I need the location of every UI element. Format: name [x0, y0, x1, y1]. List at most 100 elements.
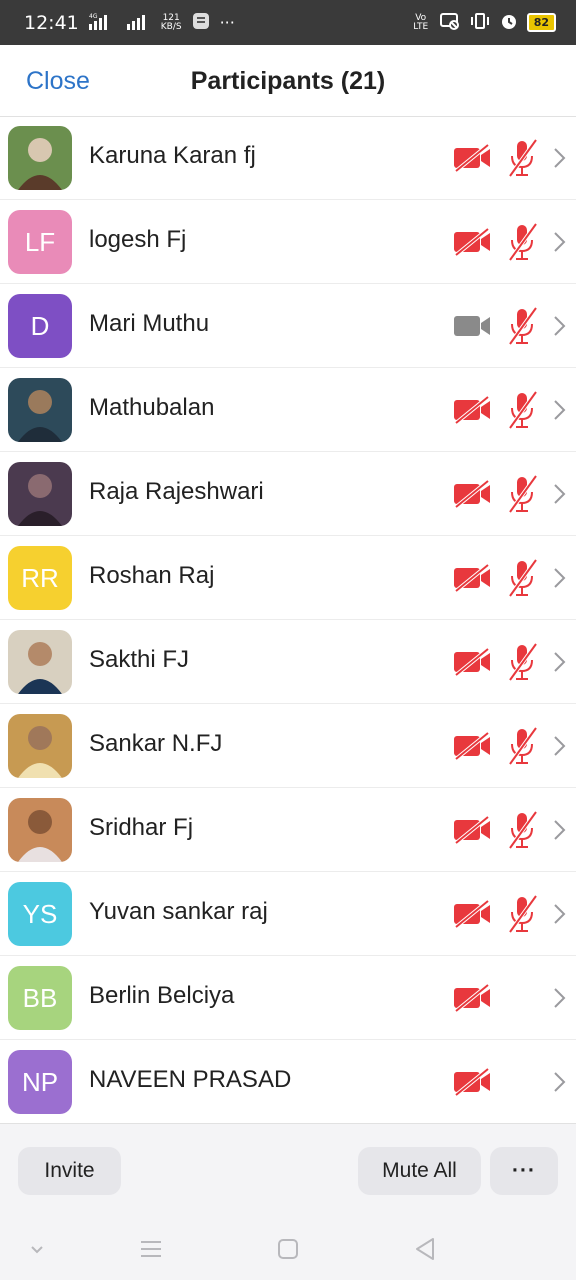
avatar: BB — [8, 966, 72, 1030]
chevron-right-icon[interactable] — [552, 396, 568, 424]
profile-photo-icon — [8, 714, 72, 778]
participant-name: Raja Rajeshwari — [89, 478, 264, 505]
participant-name: logesh Fj — [89, 226, 187, 253]
avatar-initials: YS — [22, 898, 58, 929]
avatar — [8, 798, 72, 862]
participant-name: Sankar N.FJ — [89, 730, 223, 757]
avatar: RR — [8, 546, 72, 610]
profile-photo-icon — [8, 798, 72, 862]
chevron-right-icon[interactable] — [552, 480, 568, 508]
network-speed: 121 KB/S — [160, 13, 182, 32]
microphone-slash-icon — [508, 390, 538, 430]
volte-icon: Vo LTE — [413, 12, 429, 32]
home-icon[interactable] — [273, 1234, 303, 1264]
chevron-right-icon[interactable] — [552, 1068, 568, 1096]
network-speed-unit: KB/S — [160, 21, 182, 32]
avatar — [8, 714, 72, 778]
video-camera-slash-icon — [454, 1068, 490, 1096]
microphone-slash-icon — [508, 306, 538, 346]
microphone-slash-icon — [508, 810, 538, 850]
signal-icon-2 — [126, 12, 151, 34]
participant-row[interactable]: NP NAVEEN PRASAD — [0, 1040, 576, 1124]
chevron-right-icon[interactable] — [552, 900, 568, 928]
status-bar: 12:41 4G 121 KB/S ··· Vo LTE 82 — [0, 0, 576, 45]
more-options-button[interactable]: ··· — [490, 1147, 558, 1195]
avatar-initials: NP — [21, 1066, 59, 1097]
app-notification-icon — [192, 12, 210, 34]
participant-name: Sridhar Fj — [89, 814, 194, 841]
participant-row[interactable]: Sankar N.FJ — [0, 704, 576, 788]
participant-row[interactable]: Sridhar Fj — [0, 788, 576, 872]
participant-name: Mari Muthu — [89, 310, 210, 337]
video-camera-slash-icon — [454, 396, 490, 424]
microphone-slash-icon — [508, 642, 538, 682]
chevron-right-icon[interactable] — [552, 228, 568, 256]
participant-name: Mathubalan — [89, 394, 215, 421]
chevron-right-icon[interactable] — [552, 564, 568, 592]
participant-row[interactable]: Raja Rajeshwari — [0, 452, 576, 536]
avatar-initials: D — [30, 310, 50, 341]
alarm-icon — [499, 12, 519, 34]
avatar — [8, 126, 72, 190]
chevron-right-icon[interactable] — [552, 732, 568, 760]
avatar-initials: LF — [24, 226, 56, 257]
chevron-right-icon[interactable] — [552, 648, 568, 676]
participant-name: Karuna Karan fj — [89, 142, 256, 169]
video-camera-slash-icon — [454, 480, 490, 508]
microphone-slash-icon — [508, 726, 538, 766]
participant-row[interactable]: BB Berlin Belciya — [0, 956, 576, 1040]
status-time: 12:41 — [24, 11, 79, 34]
participant-name: Sakthi FJ — [89, 646, 190, 673]
video-camera-slash-icon — [454, 732, 490, 760]
cast-off-icon — [439, 12, 461, 34]
participant-row[interactable]: Karuna Karan fj — [0, 116, 576, 200]
menu-icon[interactable] — [136, 1234, 166, 1264]
microphone-slash-icon — [508, 222, 538, 262]
participant-row[interactable]: Sakthi FJ — [0, 620, 576, 704]
participant-row[interactable]: D Mari Muthu — [0, 284, 576, 368]
avatar — [8, 630, 72, 694]
participant-row[interactable]: RR Roshan Raj — [0, 536, 576, 620]
microphone-slash-icon — [508, 558, 538, 598]
participants-header: Close Participants (21) — [0, 45, 576, 117]
profile-photo-icon — [8, 378, 72, 442]
video-camera-slash-icon — [454, 816, 490, 844]
participant-row[interactable]: LF logesh Fj — [0, 200, 576, 284]
participant-list: Karuna Karan fj LF logesh Fj D Mari Muthu Mat… — [0, 116, 576, 1124]
more-notifications: ··· — [219, 13, 235, 32]
profile-photo-icon — [8, 462, 72, 526]
microphone-slash-icon — [508, 894, 538, 934]
avatar: D — [8, 294, 72, 358]
chevron-right-icon[interactable] — [552, 312, 568, 340]
avatar — [8, 378, 72, 442]
video-camera-slash-icon — [454, 900, 490, 928]
participant-name: NAVEEN PRASAD — [89, 1066, 292, 1093]
video-camera-slash-icon — [454, 648, 490, 676]
chevron-right-icon[interactable] — [552, 984, 568, 1012]
participant-row[interactable]: Mathubalan — [0, 368, 576, 452]
chevron-right-icon[interactable] — [552, 144, 568, 172]
invite-button[interactable]: Invite — [18, 1147, 121, 1195]
video-camera-icon — [454, 316, 490, 336]
system-navigation-bar — [0, 1218, 576, 1280]
video-camera-slash-icon — [454, 144, 490, 172]
vibrate-icon — [469, 12, 491, 34]
participant-row[interactable]: YS Yuvan sankar raj — [0, 872, 576, 956]
video-camera-slash-icon — [454, 564, 490, 592]
avatar: YS — [8, 882, 72, 946]
back-icon[interactable] — [410, 1234, 440, 1264]
chevron-right-icon[interactable] — [552, 816, 568, 844]
chevron-down-icon[interactable] — [22, 1234, 52, 1264]
participant-name: Yuvan sankar raj — [89, 898, 268, 925]
avatar: LF — [8, 210, 72, 274]
network-type-label: 4G — [89, 13, 98, 20]
participant-name: Roshan Raj — [89, 562, 215, 589]
microphone-slash-icon — [508, 474, 538, 514]
microphone-slash-icon — [508, 138, 538, 178]
video-camera-slash-icon — [454, 228, 490, 256]
signal-icon: 4G — [88, 12, 117, 34]
video-camera-slash-icon — [454, 984, 490, 1012]
profile-photo-icon — [8, 126, 72, 190]
participant-name: Berlin Belciya — [89, 982, 235, 1009]
mute-all-button[interactable]: Mute All — [358, 1147, 481, 1195]
